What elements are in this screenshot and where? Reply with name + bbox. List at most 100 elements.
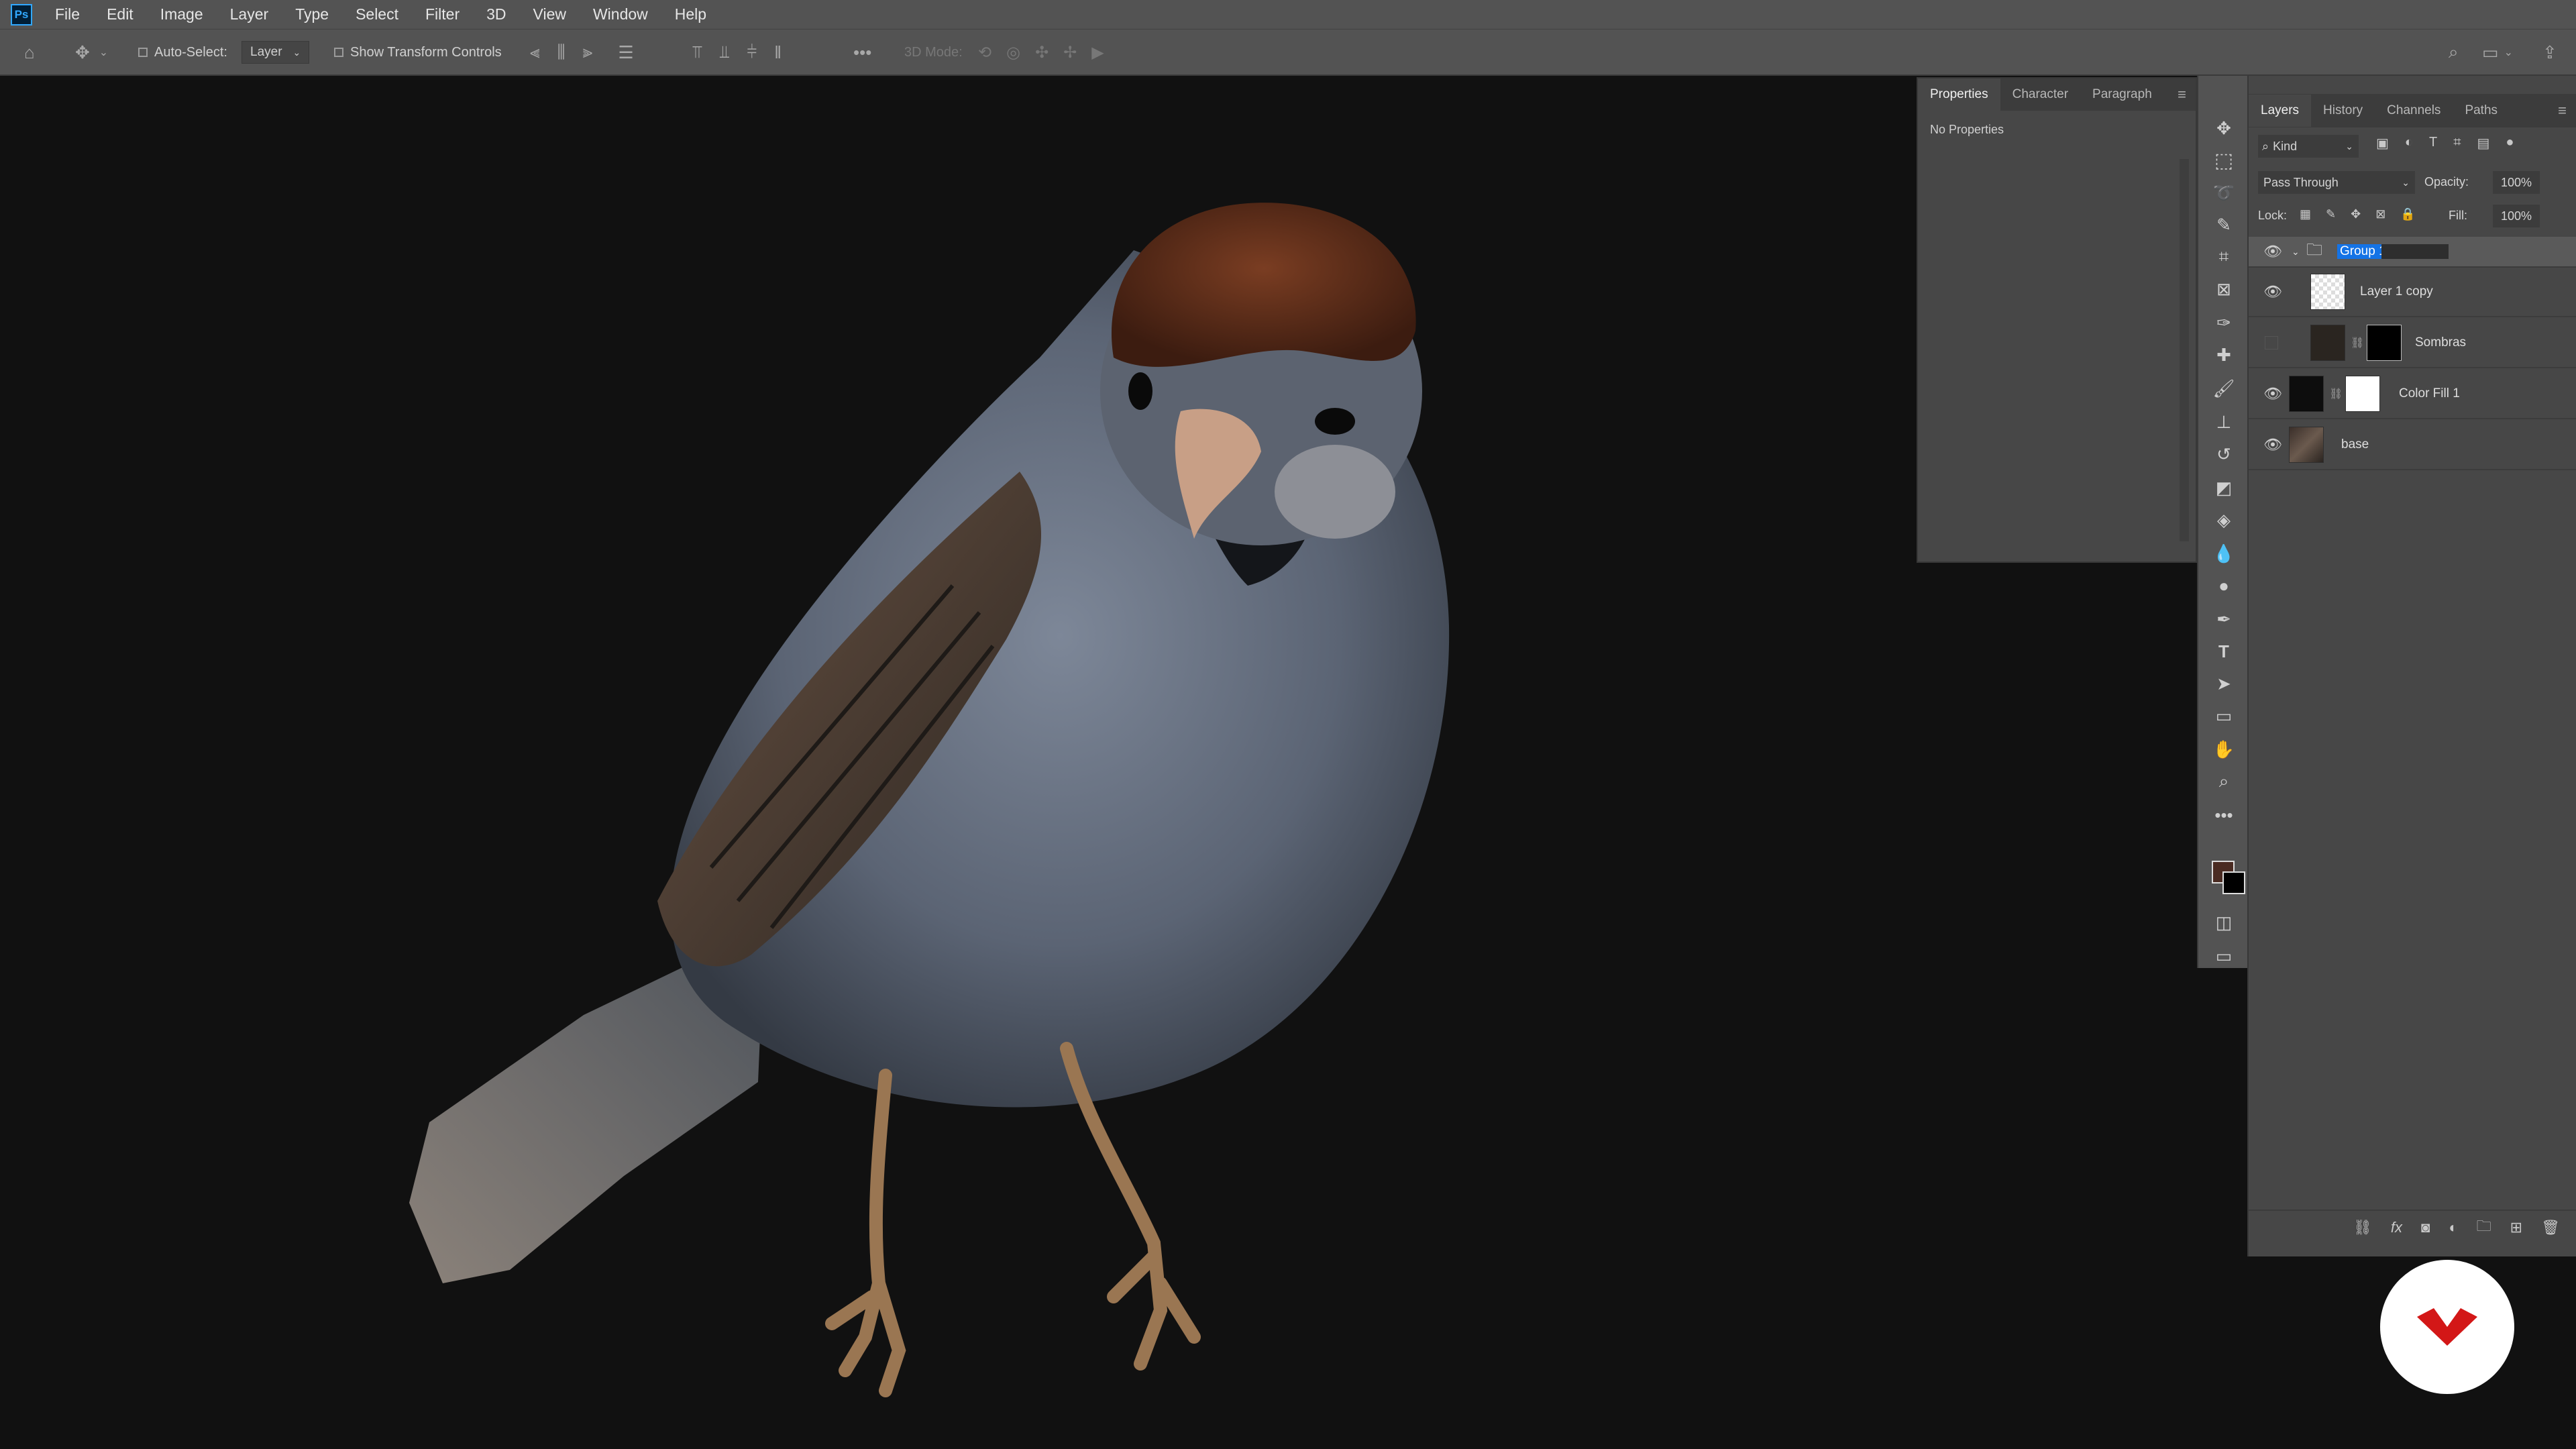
layer-filter-dropdown[interactable]: ⌕ Kind ⌄ [2258, 135, 2359, 158]
link-chain-icon[interactable]: ⛓ [2329, 387, 2343, 400]
align-top-icon[interactable]: ⫪ [692, 42, 702, 63]
type-tool-icon[interactable]: T [2206, 637, 2241, 666]
lock-all-icon[interactable]: 🔒 [2400, 207, 2415, 221]
layer-row-group[interactable]: 👁 ⌄ 🗀 Group 1 [2249, 237, 2576, 268]
add-mask-icon[interactable]: ◙ [2421, 1219, 2430, 1236]
menu-view[interactable]: View [533, 5, 566, 23]
tab-paths[interactable]: Paths [2453, 95, 2510, 127]
3d-slide-icon[interactable]: ✢ [1063, 43, 1077, 62]
visibility-eye-icon[interactable]: 👁 [2263, 436, 2282, 453]
tab-properties[interactable]: Properties [1918, 78, 2000, 111]
lasso-tool-icon[interactable]: ➰ [2206, 178, 2241, 207]
3d-pan-icon[interactable]: ✣ [1035, 43, 1049, 62]
eyedropper-tool-icon[interactable]: ✑ [2206, 308, 2241, 337]
rectangle-tool-icon[interactable]: ▭ [2206, 701, 2241, 731]
menu-3d[interactable]: 3D [486, 5, 506, 23]
lock-transparency-icon[interactable]: ▦ [2300, 207, 2311, 221]
delete-layer-icon[interactable]: 🗑 [2541, 1219, 2560, 1236]
search-icon[interactable]: ⌕ [2449, 30, 2459, 75]
new-group-icon[interactable]: 🗀 [2477, 1215, 2491, 1240]
layer-row-sombras[interactable]: ⛓ Sombras [2249, 319, 2576, 368]
pen-tool-icon[interactable]: ✒ [2206, 604, 2241, 634]
visibility-eye-icon[interactable]: 👁 [2263, 385, 2282, 402]
menu-edit[interactable]: Edit [107, 5, 133, 23]
blur-tool-icon[interactable]: 💧 [2206, 539, 2241, 568]
hand-tool-icon[interactable]: ✋ [2206, 735, 2241, 764]
bucket-tool-icon[interactable]: ◈ [2206, 505, 2241, 535]
move-tool-preset-icon[interactable]: ✥ ⌄ [75, 30, 108, 75]
opacity-input[interactable]: 100% [2493, 171, 2540, 194]
3d-orbit-icon[interactable]: ⟲ [978, 43, 991, 62]
layer-row-base[interactable]: 👁 base [2249, 421, 2576, 470]
link-chain-icon[interactable]: ⛓ [2351, 336, 2364, 350]
transform-check-icon[interactable] [334, 48, 343, 57]
3d-roll-icon[interactable]: ◎ [1006, 43, 1020, 62]
3d-camera-icon[interactable]: ▶ [1091, 43, 1104, 62]
menu-type[interactable]: Type [295, 5, 329, 23]
menu-filter[interactable]: Filter [425, 5, 460, 23]
fill-input[interactable]: 100% [2493, 205, 2540, 227]
share-icon[interactable]: ⇪ [2542, 30, 2557, 75]
filter-adjustment-icon[interactable]: ◐ [2405, 135, 2413, 152]
blend-mode-dropdown[interactable]: Pass Through ⌄ [2258, 171, 2415, 194]
panel-menu-icon[interactable]: ≡ [2178, 86, 2186, 103]
distribute-icon[interactable]: ☰ [618, 42, 633, 63]
more-options-icon[interactable]: ••• [853, 30, 871, 75]
stamp-tool-icon[interactable]: ⊥ [2206, 407, 2241, 437]
background-color-swatch[interactable] [2222, 871, 2245, 894]
tab-character[interactable]: Character [2000, 78, 2080, 111]
properties-scrollbar[interactable] [2180, 159, 2189, 541]
path-select-tool-icon[interactable]: ➤ [2206, 669, 2241, 698]
lock-position-icon[interactable]: ✥ [2351, 207, 2361, 221]
healing-brush-tool-icon[interactable]: ✚ [2206, 340, 2241, 370]
distribute-vertical-icon[interactable]: ‖ [774, 42, 782, 63]
quick-mask-icon[interactable]: ◫ [2206, 908, 2241, 937]
auto-select-dropdown[interactable]: Layer ⌄ [241, 30, 310, 75]
screen-mode-icon[interactable]: ▭ [2206, 941, 2241, 971]
tab-history[interactable]: History [2311, 95, 2375, 127]
align-bottom-icon[interactable]: ⫩ [747, 42, 757, 63]
marquee-tool-icon[interactable]: ⬚ [2206, 146, 2241, 175]
edit-toolbar-icon[interactable]: ••• [2206, 800, 2241, 830]
lock-pixels-icon[interactable]: ✎ [2326, 207, 2336, 221]
brush-tool-icon[interactable]: 🖌 [2206, 374, 2241, 403]
fx-icon[interactable]: fx [2391, 1219, 2402, 1236]
filter-smart-object-icon[interactable]: ▤ [2477, 135, 2489, 152]
align-middle-icon[interactable]: ⫫ [720, 42, 730, 63]
panel-menu-icon[interactable]: ≡ [2558, 102, 2567, 119]
menu-file[interactable]: File [55, 5, 80, 23]
tab-layers[interactable]: Layers [2249, 95, 2312, 127]
visibility-eye-icon[interactable]: 👁 [2263, 283, 2282, 301]
auto-select-checkbox[interactable]: Auto-Select: [138, 30, 227, 75]
layer-name-edit-field[interactable] [2381, 244, 2449, 259]
new-layer-icon[interactable]: ⊞ [2510, 1219, 2522, 1236]
menu-layer[interactable]: Layer [230, 5, 269, 23]
group-expand-chevron-icon[interactable]: ⌄ [2292, 246, 2300, 258]
menu-help[interactable]: Help [675, 5, 706, 23]
filter-toggle-icon[interactable]: ● [2506, 135, 2514, 152]
frame-tool-icon[interactable]: ⊠ [2206, 274, 2241, 304]
lock-artboard-icon[interactable]: ⊠ [2375, 207, 2385, 221]
dodge-tool-icon[interactable]: ● [2206, 571, 2241, 600]
adjustment-layer-icon[interactable]: ◐ [2449, 1219, 2457, 1236]
menu-select[interactable]: Select [356, 5, 398, 23]
layer-row-color-fill[interactable]: 👁 ⛓ Color Fill 1 [2249, 370, 2576, 419]
layer-mask-thumbnail[interactable] [2345, 376, 2380, 412]
tab-channels[interactable]: Channels [2375, 95, 2453, 127]
history-brush-tool-icon[interactable]: ↺ [2206, 439, 2241, 469]
filter-pixel-icon[interactable]: ▣ [2376, 135, 2389, 152]
zoom-tool-icon[interactable]: ⌕ [2206, 767, 2241, 796]
crop-tool-icon[interactable]: ⌗ [2206, 242, 2241, 272]
transform-controls-checkbox[interactable]: Show Transform Controls [334, 30, 502, 75]
visibility-off-box[interactable] [2265, 336, 2278, 350]
workspace-icon[interactable]: ▭ ⌄ [2482, 30, 2513, 75]
document-canvas[interactable] [0, 76, 1915, 1449]
menu-window[interactable]: Window [593, 5, 648, 23]
layer-row-layer1-copy[interactable]: 👁 Layer 1 copy [2249, 268, 2576, 317]
quick-select-tool-icon[interactable]: ✎ [2206, 210, 2241, 239]
move-tool-icon[interactable]: ✥ [2206, 113, 2241, 143]
auto-select-check-icon[interactable] [138, 48, 148, 57]
home-icon[interactable]: ⌂ [24, 30, 35, 75]
filter-type-icon[interactable]: T [2429, 135, 2437, 152]
align-center-icon[interactable]: ⫼ [557, 42, 566, 63]
